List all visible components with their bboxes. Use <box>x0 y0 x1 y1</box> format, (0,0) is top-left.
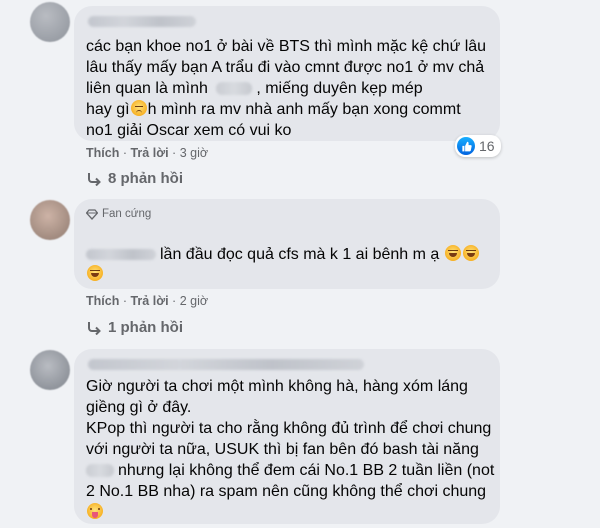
comment-text-line: nhưng lại không thể đem cái No.1 BB 2 tu… <box>118 462 495 479</box>
comment-text-fragment: h mình ra mv nhà anh mấy bạn xong commt <box>147 101 461 118</box>
fan-badge[interactable]: Fan cứng <box>86 208 151 220</box>
rolling-on-floor-laughing-icon <box>444 245 461 261</box>
commenter-name-blurred[interactable] <box>86 249 156 261</box>
timestamp[interactable]: 2 giờ <box>180 294 208 308</box>
replies-count-label: 1 phản hồi <box>108 319 183 336</box>
comment-text-fragment: hay gì <box>86 101 130 118</box>
timestamp[interactable]: 3 giờ <box>180 146 208 160</box>
comment-bubble: Giờ người ta chơi một mình không hà, hàn… <box>74 349 500 524</box>
comment-text-line: Giờ người ta chơi một mình không hà, hàn… <box>86 378 468 395</box>
comment-text-line: no1 giải Oscar xem có vui ko <box>86 122 292 139</box>
blurred-word <box>86 464 114 478</box>
view-replies-button[interactable]: 8 phản hồi <box>86 170 183 187</box>
avatar[interactable] <box>30 200 70 240</box>
diamond-icon <box>86 208 98 220</box>
rolling-on-floor-laughing-icon <box>87 265 103 281</box>
comment-text-line: với người ta nữa, USUK thì bị fan bên đó… <box>86 441 479 458</box>
reaction-count: 16 <box>479 138 495 154</box>
comment-text-line: KPop thì người ta cho rằng không đủ trìn… <box>86 420 492 437</box>
reply-link[interactable]: Trả lời <box>130 294 168 308</box>
reply-link[interactable]: Trả lời <box>130 146 168 160</box>
like-link[interactable]: Thích <box>86 294 119 308</box>
blurred-word <box>216 82 253 96</box>
comment-text-line: lâu thấy mấy bạn A trẩu đi vào cmnt được… <box>86 59 485 76</box>
rolling-on-floor-laughing-icon <box>462 245 479 261</box>
comment-text-line: các bạn khoe no1 ở bài về BTS thì mình m… <box>86 38 487 55</box>
comment-text-fragment: , miếng duyên kẹp mép <box>256 80 423 97</box>
tongue-face-icon <box>87 503 103 519</box>
reply-arrow-icon <box>88 321 101 335</box>
comment-text-line: 2 No.1 BB nha) ra spam nên cũng không th… <box>86 483 487 500</box>
comment-text: lần đầu đọc quả cfs mà k 1 ai bênh m ạ <box>160 246 440 263</box>
reaction-summary[interactable]: 16 <box>455 135 501 157</box>
comment-text-line: giềng gì ở đây. <box>86 399 192 416</box>
avatar[interactable] <box>30 2 70 42</box>
replies-count-label: 8 phản hồi <box>108 170 183 187</box>
view-replies-button[interactable]: 1 phản hồi <box>86 319 183 336</box>
commenter-name-blurred[interactable] <box>88 359 364 370</box>
commenter-name-blurred[interactable] <box>88 16 196 27</box>
like-link[interactable]: Thích <box>86 146 119 160</box>
comment-text-line: liên quan là mình <box>86 80 208 97</box>
like-reaction-icon <box>457 137 475 155</box>
comment-bubble: các bạn khoe no1 ở bài về BTS thì mình m… <box>74 6 500 141</box>
comment-bubble: Fan cứng lần đầu đọc quả cfs mà k 1 ai b… <box>74 199 500 289</box>
comment-actions: Thích · Trả lời · 3 giờ <box>86 146 209 160</box>
disappointed-face-icon <box>130 100 147 116</box>
avatar[interactable] <box>30 350 70 390</box>
comment-actions: Thích · Trả lời · 2 giờ <box>86 294 209 308</box>
badge-label: Fan cứng <box>102 208 152 220</box>
reply-arrow-icon <box>88 172 101 186</box>
